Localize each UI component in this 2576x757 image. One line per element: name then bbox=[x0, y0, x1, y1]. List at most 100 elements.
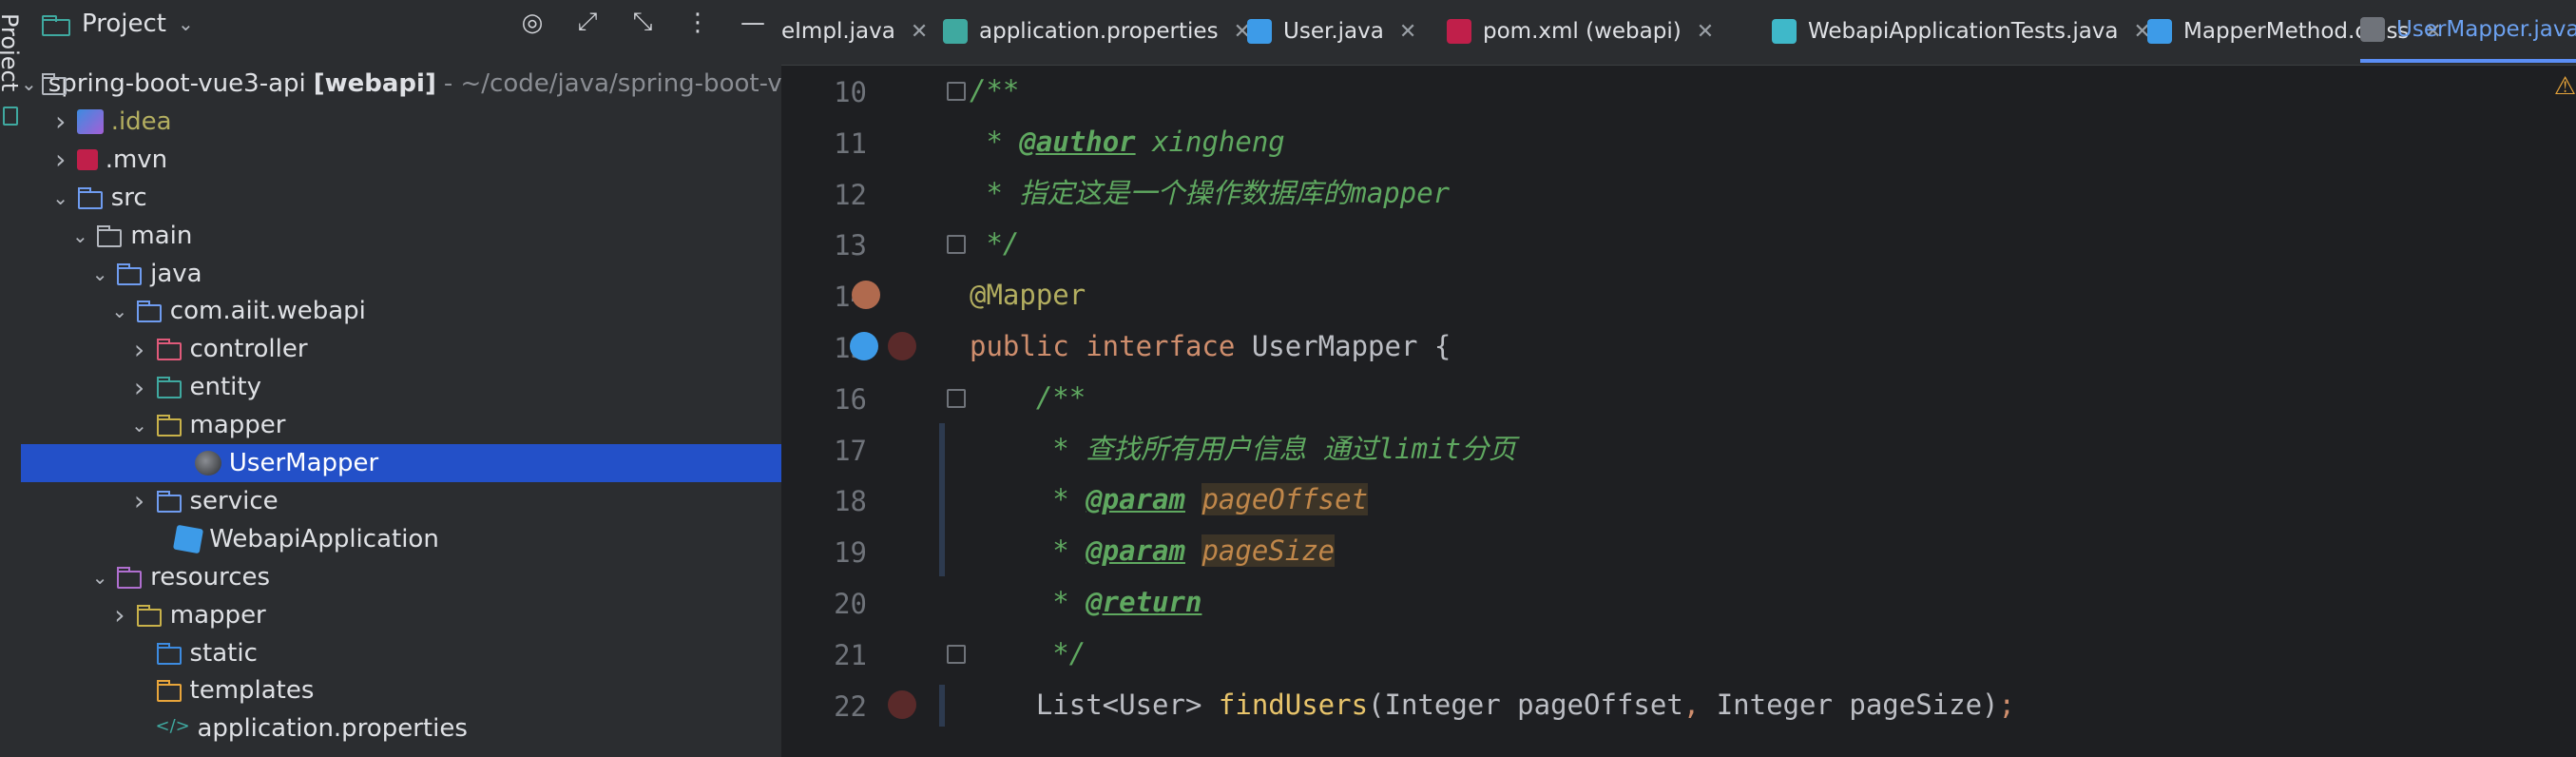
tree-item-label: spring-boot-vue3-api bbox=[48, 69, 306, 98]
commit-tool-icon[interactable] bbox=[3, 107, 18, 126]
change-marker[interactable] bbox=[939, 684, 945, 727]
tree-item[interactable]: › service bbox=[21, 482, 781, 520]
chevron-right-icon[interactable]: › bbox=[127, 334, 152, 365]
editor-tabs: eImpl.java ✕ application.properties ✕ User.j… bbox=[781, 0, 2576, 66]
tree-item[interactable]: ⌄ java bbox=[21, 255, 781, 293]
properties-file-icon: </> bbox=[155, 716, 190, 737]
editor-tab[interactable]: User.java ✕ bbox=[1247, 0, 1416, 63]
code-line[interactable]: public interface UserMapper { bbox=[970, 320, 1451, 372]
change-marker[interactable] bbox=[939, 422, 945, 576]
close-tab-icon[interactable]: ✕ bbox=[1697, 20, 1714, 44]
tree-item[interactable]: static bbox=[21, 634, 781, 672]
collapse-all-icon[interactable]: ⤡ bbox=[625, 8, 660, 37]
chevron-right-icon[interactable]: › bbox=[127, 372, 152, 403]
tree-item[interactable]: UserMapper bbox=[21, 444, 781, 482]
code-line[interactable]: */ bbox=[970, 628, 1086, 679]
editor-tab[interactable]: pom.xml (webapi) ✕ bbox=[1447, 0, 1714, 63]
tree-item[interactable]: templates bbox=[21, 671, 781, 709]
tree-item[interactable]: ⌄ spring-boot-vue3-api [webapi] - ~/code/j… bbox=[21, 65, 875, 103]
chevron-down-icon[interactable]: ⌄ bbox=[107, 300, 132, 322]
chevron-down-icon[interactable]: ⌄ bbox=[21, 72, 37, 95]
code-line[interactable]: * 查找所有用户信息 通过limit分页 bbox=[970, 423, 1516, 475]
tree-item[interactable]: ⌄ src bbox=[21, 179, 781, 217]
mapper-icon bbox=[2360, 17, 2385, 42]
tree-item-label: resources bbox=[150, 562, 271, 592]
chevron-down-icon[interactable]: ⌄ bbox=[178, 12, 194, 35]
mybatis-mapper-icon bbox=[194, 451, 221, 476]
tree-item[interactable]: › mapper bbox=[21, 596, 781, 634]
tree-item-label: application.properties bbox=[197, 714, 468, 744]
maven-folder-icon bbox=[76, 148, 98, 170]
project-view-selector[interactable]: Project ⌄ bbox=[42, 10, 194, 38]
tree-item[interactable]: </> application.properties bbox=[21, 709, 781, 747]
editor-tab[interactable]: application.properties ✕ bbox=[943, 0, 1251, 63]
tree-item[interactable]: › entity bbox=[21, 368, 781, 406]
code-line[interactable]: */ bbox=[970, 218, 1019, 269]
properties-icon bbox=[943, 19, 968, 44]
tree-item-label: mapper bbox=[169, 600, 266, 630]
project-folder-icon bbox=[42, 13, 70, 36]
code-token: pageSize bbox=[1201, 534, 1336, 568]
tree-item[interactable]: ⌄ resources bbox=[21, 558, 781, 596]
fold-marker[interactable] bbox=[947, 82, 966, 101]
tree-item-label: .mvn bbox=[105, 145, 168, 174]
src-icon bbox=[77, 185, 104, 210]
code-line[interactable]: * @param pageSize bbox=[970, 525, 1336, 576]
expand-all-icon[interactable]: ⤢ bbox=[570, 8, 605, 37]
code-line[interactable]: * @return bbox=[970, 576, 1201, 628]
hide-panel-icon[interactable]: — bbox=[736, 9, 770, 37]
chevron-down-icon[interactable]: ⌄ bbox=[127, 414, 152, 437]
tree-item[interactable]: › .idea bbox=[21, 103, 781, 141]
implementations-icon[interactable] bbox=[850, 332, 878, 360]
project-tool-button[interactable]: Project bbox=[0, 13, 23, 91]
spring-bean-icon[interactable] bbox=[852, 281, 880, 310]
code-token: * 指定这是一个操作数据库的mapper bbox=[970, 176, 1451, 209]
code-line[interactable]: @Mapper bbox=[970, 269, 1086, 320]
line-number: 11 bbox=[834, 126, 867, 160]
editor-tab[interactable]: UserMapper.java bbox=[2360, 0, 2576, 63]
code-line[interactable]: * @param pageOffset bbox=[970, 474, 1369, 525]
editor-tab[interactable]: WebapiApplicationTests.java ✕ bbox=[1772, 0, 2151, 63]
editor-tab[interactable]: eImpl.java ✕ bbox=[781, 0, 928, 63]
chevron-right-icon[interactable]: › bbox=[48, 144, 73, 175]
folder-yellow-icon bbox=[136, 603, 163, 628]
line-number: 12 bbox=[834, 178, 867, 211]
code-line[interactable]: /** bbox=[970, 372, 1086, 423]
chevron-down-icon[interactable]: ⌄ bbox=[87, 566, 112, 589]
close-tab-icon[interactable]: ✕ bbox=[911, 20, 928, 44]
tree-item[interactable]: › .mvn bbox=[21, 141, 781, 179]
mybatis-icon[interactable] bbox=[888, 689, 916, 719]
code-line[interactable]: * 指定这是一个操作数据库的mapper bbox=[970, 167, 1450, 219]
code-line[interactable]: List<User> findUsers(Integer pageOffset,… bbox=[970, 679, 2015, 730]
options-menu-icon[interactable]: ⋮ bbox=[681, 9, 715, 37]
chevron-right-icon[interactable]: › bbox=[107, 599, 132, 631]
chevron-right-icon[interactable]: › bbox=[127, 485, 152, 516]
tab-label: eImpl.java bbox=[781, 19, 895, 44]
tree-item[interactable]: › controller bbox=[21, 330, 781, 368]
chevron-right-icon[interactable]: › bbox=[48, 106, 73, 137]
tree-item[interactable]: ⌄ main bbox=[21, 217, 781, 255]
code-line[interactable]: /** bbox=[970, 65, 1019, 116]
package-icon bbox=[136, 299, 163, 323]
maven-icon bbox=[1447, 19, 1471, 44]
folder-icon bbox=[96, 223, 123, 248]
tree-item[interactable]: ⌄ com.aiit.webapi bbox=[21, 292, 781, 330]
chevron-down-icon[interactable]: ⌄ bbox=[67, 224, 92, 247]
line-number: 22 bbox=[834, 689, 867, 723]
code-line[interactable]: * @author xingheng bbox=[970, 116, 1284, 167]
code-view[interactable]: 10 /** 11 * @author xingheng 12 * 指定这是一个操作数… bbox=[781, 65, 2576, 757]
fold-marker[interactable] bbox=[947, 388, 966, 408]
locate-icon[interactable]: ◎ bbox=[515, 9, 549, 37]
fold-marker[interactable] bbox=[947, 644, 966, 664]
tree-item[interactable]: ⌄ mapper bbox=[21, 406, 781, 444]
chevron-down-icon[interactable]: ⌄ bbox=[48, 186, 73, 209]
code-token: @Mapper bbox=[970, 279, 1086, 312]
idea-folder-icon bbox=[76, 108, 104, 134]
chevron-down-icon[interactable]: ⌄ bbox=[87, 262, 112, 285]
mybatis-icon[interactable] bbox=[888, 332, 916, 360]
close-tab-icon[interactable]: ✕ bbox=[1399, 20, 1416, 44]
code-token: /** bbox=[970, 74, 1020, 107]
tree-item[interactable]: WebapiApplication bbox=[21, 520, 781, 558]
fold-marker[interactable] bbox=[947, 235, 966, 255]
package-entity-icon bbox=[156, 375, 183, 399]
